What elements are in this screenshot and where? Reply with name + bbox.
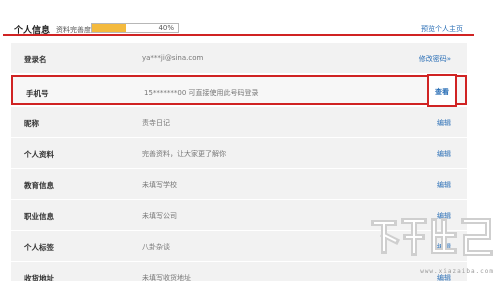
completeness-progress-fill xyxy=(92,24,127,32)
row-label: 手机号 xyxy=(26,89,49,98)
row-education: 教育信息 未填写学校 编辑 xyxy=(11,169,467,199)
row-value: 完善资料，让大家更了解你 xyxy=(142,150,226,158)
page-title: 个人信息 xyxy=(14,26,51,36)
row-phone: 手机号 15*******00 可直接使用此号码登录 查看 xyxy=(11,74,467,107)
row-nickname: 昵称 责寺日记 编辑 xyxy=(11,107,467,137)
row-label: 个人标签 xyxy=(24,243,54,252)
edit-nickname-button[interactable]: 编辑 xyxy=(437,118,451,128)
completeness-progress-bar: 40% xyxy=(91,23,179,33)
row-label: 昵称 xyxy=(24,119,39,128)
edit-education-button[interactable]: 编辑 xyxy=(437,180,451,190)
panel-header: 个人信息 资料完善度 40% 预览个人主页 xyxy=(3,0,474,36)
edit-profile-button[interactable]: 编辑 xyxy=(437,149,451,159)
preview-homepage-link[interactable]: 预览个人主页 xyxy=(421,24,463,34)
change-password-link[interactable]: 修改密码» xyxy=(419,54,451,64)
row-value: 责寺日记 xyxy=(142,119,170,127)
xiazaiba-watermark: www.xiazaiba.com xyxy=(368,211,498,279)
row-value: 八卦杂谈 xyxy=(142,243,170,251)
row-value: ya***ji@sina.com xyxy=(142,54,204,62)
row-value: 未填写收货地址 xyxy=(142,274,191,281)
row-value: 未填写公司 xyxy=(142,212,177,220)
row-label: 收货地址 xyxy=(24,274,54,281)
row-label: 个人资料 xyxy=(24,150,54,159)
row-label: 登录名 xyxy=(24,55,47,64)
row-profile: 个人资料 完善资料，让大家更了解你 编辑 xyxy=(11,138,467,168)
row-value: 15*******00 可直接使用此号码登录 xyxy=(144,89,259,97)
row-value: 未填写学校 xyxy=(142,181,177,189)
completeness-percent: 40% xyxy=(158,24,174,32)
row-label: 职业信息 xyxy=(24,212,54,221)
completeness-label: 资料完善度 xyxy=(56,26,91,34)
row-login-name: 登录名 ya***ji@sina.com 修改密码» xyxy=(11,43,467,73)
watermark-url: www.xiazaiba.com xyxy=(420,268,494,275)
view-phone-button[interactable]: 查看 xyxy=(429,87,455,97)
row-label: 教育信息 xyxy=(24,181,54,190)
view-button-highlight: 查看 xyxy=(427,74,457,107)
